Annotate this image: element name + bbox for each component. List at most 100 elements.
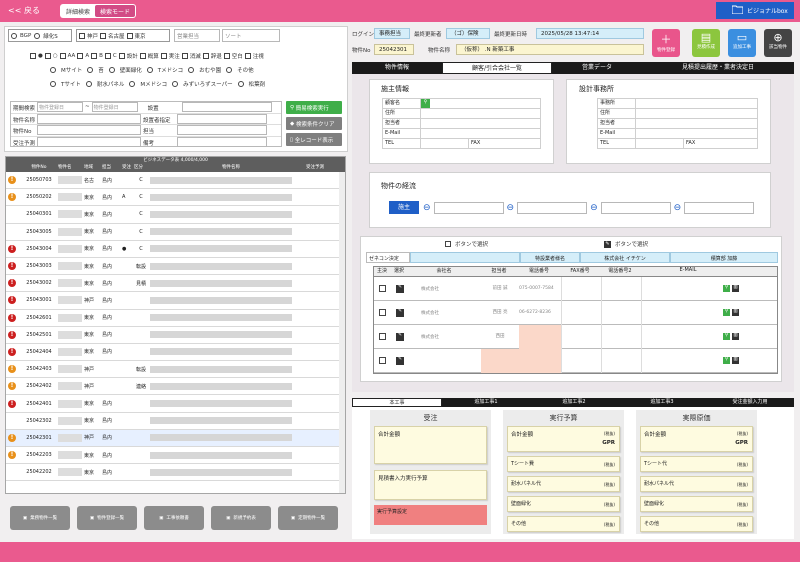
- table-row[interactable]: ! 25042301 神戸 島内: [6, 429, 345, 447]
- type-radio[interactable]: [50, 81, 56, 87]
- type-radio[interactable]: [172, 81, 179, 87]
- register-property-button[interactable]: ＋ 物件登録: [652, 29, 680, 57]
- property-plus-button[interactable]: ⊕ 該当物件: [764, 29, 792, 57]
- filter-check[interactable]: [30, 53, 36, 59]
- col3-item-card[interactable]: 耐水パネル代 (税抜): [640, 476, 753, 492]
- trash-icon[interactable]: ▥: [732, 309, 739, 316]
- filter-check[interactable]: [77, 53, 84, 59]
- route-input[interactable]: [433, 202, 504, 214]
- pencil-icon[interactable]: ✎: [396, 356, 404, 365]
- type-radio[interactable]: [146, 67, 153, 73]
- type-radio[interactable]: [188, 67, 195, 73]
- tab-additional-2[interactable]: 追加工事2: [530, 398, 618, 407]
- type-radio[interactable]: [87, 67, 94, 73]
- trash-icon[interactable]: ▥: [732, 357, 739, 364]
- add-work-button[interactable]: ▭ 追加工事: [728, 29, 756, 57]
- check-nagoya[interactable]: [100, 32, 107, 39]
- route-input[interactable]: [517, 202, 588, 214]
- filter-check[interactable]: [139, 53, 146, 59]
- search-icon[interactable]: ⚲: [723, 309, 730, 316]
- filter-check[interactable]: [160, 53, 167, 59]
- table-row[interactable]: ! 25050703 名古 島内 C: [6, 172, 345, 190]
- type-radio[interactable]: [50, 67, 56, 73]
- property-no-input[interactable]: [37, 125, 141, 135]
- installer-input[interactable]: [177, 113, 267, 124]
- sales-select[interactable]: 営業担当: [174, 29, 220, 42]
- search-icon[interactable]: ⚲: [421, 99, 430, 108]
- type-radio[interactable]: [237, 81, 244, 87]
- filter-check[interactable]: [244, 53, 251, 59]
- budget-total-card[interactable]: 合計金額 (税抜) GPR: [507, 426, 620, 452]
- col3-item-card[interactable]: Tシート代 (税抜): [640, 456, 753, 472]
- arrow-left-icon[interactable]: ⊖: [674, 203, 682, 213]
- pencil-icon[interactable]: ✎: [396, 308, 404, 317]
- row-check[interactable]: [379, 333, 386, 340]
- type-radio[interactable]: [226, 67, 233, 73]
- route-owner-button[interactable]: 施主: [389, 201, 419, 214]
- staff-input[interactable]: [177, 125, 267, 135]
- type-radio[interactable]: [108, 67, 115, 73]
- filter-check[interactable]: [59, 53, 66, 59]
- pencil-icon[interactable]: ✎: [396, 284, 404, 293]
- tab-additional-1[interactable]: 追加工事1: [442, 398, 530, 407]
- tab-order-input[interactable]: 受注金額入力用: [706, 398, 794, 407]
- budget-setting-button[interactable]: 実行予算設定: [374, 505, 487, 525]
- col2-item-card[interactable]: 壁面緑化 (税抜): [507, 496, 620, 512]
- row-check[interactable]: [379, 357, 386, 364]
- table-row[interactable]: ! 25043004 東京 島内 ● C: [6, 241, 345, 258]
- back-link[interactable]: << 戻る: [8, 5, 40, 16]
- radio-bgp[interactable]: [11, 32, 17, 39]
- check-kobe[interactable]: [79, 32, 85, 39]
- install-input[interactable]: [181, 102, 272, 112]
- search-icon[interactable]: ⚲: [723, 285, 730, 292]
- filter-check[interactable]: [223, 53, 230, 59]
- table-row[interactable]: ! 25042403 神戸 転設: [6, 361, 345, 379]
- filter-check[interactable]: [104, 53, 111, 59]
- search-icon[interactable]: ⚲: [723, 333, 730, 340]
- clear-button[interactable]: ◆ 検索条件クリア: [286, 117, 342, 130]
- type-radio[interactable]: [85, 81, 92, 87]
- periodic-list-button[interactable]: ▣ 定期物件一覧: [278, 506, 338, 530]
- radio-ryokuka[interactable]: [34, 32, 41, 39]
- table-row[interactable]: ! 25042601 東京 島内: [6, 310, 345, 327]
- route-input[interactable]: [684, 202, 755, 214]
- table-row[interactable]: 25042202 東京 島内: [6, 464, 345, 482]
- table-row[interactable]: 25040301 東京 島内 C: [6, 206, 345, 224]
- table-row[interactable]: ! 25042402 神戸 連絡: [6, 378, 345, 396]
- filter-check[interactable]: [202, 53, 209, 59]
- tab-estimate-history[interactable]: 見積提出履歴・業者決定日: [642, 62, 794, 74]
- check-tokyo[interactable]: [126, 32, 133, 39]
- table-row[interactable]: ! 25050202 東京 島内 A C: [6, 189, 345, 207]
- col3-item-card[interactable]: その他 (税抜): [640, 516, 753, 532]
- row-check[interactable]: [379, 309, 386, 316]
- table-row[interactable]: ! 25042404 東京 島内: [6, 344, 345, 362]
- filter-check[interactable]: [181, 53, 188, 59]
- date-from-input[interactable]: 物件登録日: [37, 102, 83, 112]
- grid-row[interactable]: ✎ 株式会社 西田 ⚲ ▥: [374, 324, 777, 349]
- table-row[interactable]: ! 25042401 東京 島内: [6, 395, 345, 413]
- table-row[interactable]: ! 25043003 東京 島内 転設: [6, 258, 345, 276]
- table-row[interactable]: ! 25042203 東京 島内: [6, 447, 345, 465]
- sort-select[interactable]: ソート: [222, 29, 280, 42]
- arrow-left-icon[interactable]: ⊖: [507, 203, 515, 213]
- notes-input[interactable]: [177, 136, 267, 147]
- plan-card[interactable]: 見積書入力実行予算: [374, 470, 487, 500]
- table-row[interactable]: 25043005 東京 島内 C: [6, 224, 345, 241]
- box-button[interactable]: ビジョナルbox: [716, 2, 794, 19]
- mode-detail[interactable]: 詳細検索: [61, 5, 95, 17]
- property-name-input[interactable]: [37, 113, 141, 124]
- col2-item-card[interactable]: その他 (税抜): [507, 516, 620, 532]
- table-row[interactable]: ! 25043002 東京 島内 見積: [6, 275, 345, 293]
- grid-row[interactable]: ✎ 株式会社 前田 誠 075-0007-7584 ⚲ ▥: [374, 276, 777, 301]
- grid-row[interactable]: ✎ ⚲ ▥: [374, 348, 777, 373]
- row-check[interactable]: [379, 285, 386, 292]
- show-all-button[interactable]: ▯ 全レコード表示: [286, 133, 342, 146]
- order-amount-card[interactable]: 合計金額: [374, 426, 487, 464]
- create-estimate-button[interactable]: ▤ 見積作成: [692, 29, 720, 57]
- mode-search[interactable]: 検索モード: [95, 5, 136, 17]
- col2-item-card[interactable]: Tシート費 (税抜): [507, 456, 620, 472]
- arrow-left-icon[interactable]: ⊖: [423, 203, 431, 213]
- type-radio[interactable]: [129, 81, 136, 87]
- search-button[interactable]: ⚲ 簡易検索実行: [286, 101, 342, 114]
- tab-main-work[interactable]: 本工事: [352, 398, 442, 407]
